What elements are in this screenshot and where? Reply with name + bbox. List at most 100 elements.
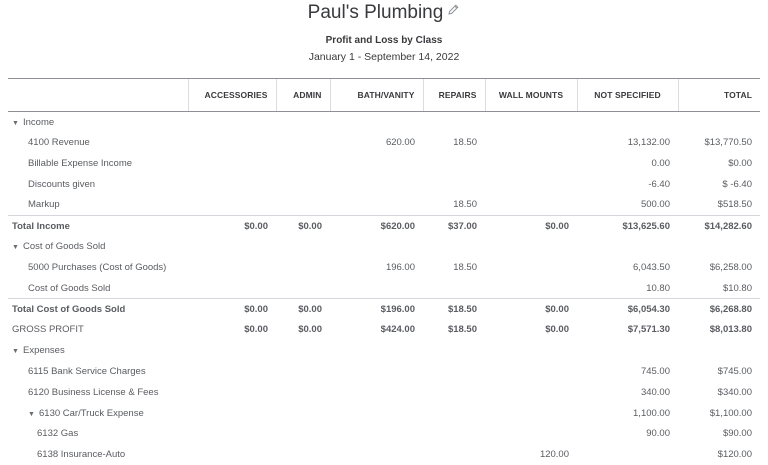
caret-down-icon[interactable]: ▼ xyxy=(12,120,23,127)
column-header-not-specified[interactable]: NOT SPECIFIED xyxy=(577,79,678,112)
column-header-admin[interactable]: ADMIN xyxy=(276,79,330,112)
row-label[interactable]: 5000 Purchases (Cost of Goods) xyxy=(28,262,166,273)
amount-cell[interactable]: $0.00 xyxy=(276,319,330,340)
amount-cell[interactable]: $745.00 xyxy=(678,361,760,382)
table-row: 6120 Business License & Fees 340.00$340.0… xyxy=(8,382,760,403)
amount-cell[interactable]: $90.00 xyxy=(678,423,760,444)
amount-cell xyxy=(577,112,678,133)
amount-cell[interactable]: 90.00 xyxy=(577,423,678,444)
caret-down-icon[interactable]: ▼ xyxy=(28,411,39,418)
row-label-cell: GROSS PROFIT xyxy=(8,319,188,340)
amount-cell[interactable]: $8,013.80 xyxy=(678,319,760,340)
row-label[interactable]: 6115 Bank Service Charges xyxy=(28,366,146,377)
column-header-total[interactable]: TOTAL xyxy=(678,79,760,112)
row-label[interactable]: 6138 Insurance-Auto xyxy=(37,449,125,460)
table-row: Markup 18.50 500.00$518.50 xyxy=(8,195,760,216)
amount-cell[interactable]: $0.00 xyxy=(188,215,276,236)
amount-cell[interactable]: $18.50 xyxy=(423,299,485,320)
row-label-cell: Cost of Goods Sold xyxy=(8,278,188,299)
column-header-bath-vanity[interactable]: BATH/VANITY xyxy=(330,79,423,112)
amount-cell[interactable]: $0.00 xyxy=(485,319,577,340)
amount-cell xyxy=(330,153,423,174)
amount-cell[interactable]: $6,268.80 xyxy=(678,299,760,320)
column-header-wall-mounts[interactable]: WALL MOUNTS xyxy=(485,79,577,112)
amount-cell xyxy=(276,340,330,361)
amount-cell[interactable]: 120.00 xyxy=(485,444,577,465)
pencil-icon[interactable] xyxy=(447,3,460,21)
amount-cell[interactable]: 340.00 xyxy=(577,382,678,403)
amount-cell[interactable]: $0.00 xyxy=(276,215,330,236)
amount-cell[interactable]: -6.40 xyxy=(577,174,678,195)
row-label-cell: 6132 Gas xyxy=(8,423,188,444)
row-label-cell: 4100 Revenue xyxy=(8,132,188,153)
amount-cell[interactable]: 18.50 xyxy=(423,132,485,153)
caret-down-icon[interactable]: ▼ xyxy=(12,244,23,251)
row-label-cell: ▼6130 Car/Truck Expense xyxy=(8,403,188,424)
row-label[interactable]: Markup xyxy=(28,199,60,210)
section-row: ▼Income xyxy=(8,112,760,133)
section-row: ▼6130 Car/Truck Expense 1,100.00$1,100.00 xyxy=(8,403,760,424)
amount-cell xyxy=(276,174,330,195)
amount-cell[interactable]: 13,132.00 xyxy=(577,132,678,153)
column-header-repairs[interactable]: REPAIRS xyxy=(423,79,485,112)
amount-cell xyxy=(188,174,276,195)
amount-cell[interactable]: 6,043.50 xyxy=(577,257,678,278)
table-row: 4100 Revenue 620.0018.50 13,132.00$13,770.… xyxy=(8,132,760,153)
amount-cell[interactable]: $7,571.30 xyxy=(577,319,678,340)
amount-cell[interactable]: $120.00 xyxy=(678,444,760,465)
amount-cell[interactable]: 18.50 xyxy=(423,195,485,216)
column-header-accessories[interactable]: ACCESSORIES xyxy=(188,79,276,112)
row-label-cell: ▼Expenses xyxy=(8,340,188,361)
amount-cell[interactable]: $518.50 xyxy=(678,195,760,216)
amount-cell xyxy=(423,361,485,382)
amount-cell[interactable]: $18.50 xyxy=(423,319,485,340)
amount-cell[interactable]: $0.00 xyxy=(276,299,330,320)
amount-cell[interactable]: $ -6.40 xyxy=(678,174,760,195)
amount-cell xyxy=(577,444,678,465)
amount-cell[interactable]: $340.00 xyxy=(678,382,760,403)
amount-cell[interactable]: 18.50 xyxy=(423,257,485,278)
row-label[interactable]: 4100 Revenue xyxy=(28,137,90,148)
amount-cell[interactable]: 0.00 xyxy=(577,153,678,174)
company-row: Paul's Plumbing xyxy=(0,2,768,24)
caret-down-icon[interactable]: ▼ xyxy=(12,348,23,355)
amount-cell[interactable]: 500.00 xyxy=(577,195,678,216)
amount-cell[interactable]: $0.00 xyxy=(678,153,760,174)
amount-cell[interactable]: $424.00 xyxy=(330,319,423,340)
row-label[interactable]: Cost of Goods Sold xyxy=(28,283,110,294)
row-label-cell: 5000 Purchases (Cost of Goods) xyxy=(8,257,188,278)
section-row: ▼Cost of Goods Sold xyxy=(8,236,760,257)
amount-cell xyxy=(330,340,423,361)
amount-cell xyxy=(276,444,330,465)
amount-cell xyxy=(188,382,276,403)
amount-cell[interactable]: $6,258.00 xyxy=(678,257,760,278)
amount-cell[interactable]: $13,770.50 xyxy=(678,132,760,153)
amount-cell xyxy=(485,403,577,424)
row-label[interactable]: 6120 Business License & Fees xyxy=(28,387,158,398)
amount-cell[interactable]: $0.00 xyxy=(188,299,276,320)
amount-cell[interactable]: $10.80 xyxy=(678,278,760,299)
amount-cell xyxy=(423,382,485,403)
row-label-cell: Total Income xyxy=(8,215,188,236)
row-label[interactable]: Billable Expense Income xyxy=(28,158,132,169)
amount-cell[interactable]: $14,282.60 xyxy=(678,215,760,236)
row-label[interactable]: 6132 Gas xyxy=(37,428,78,439)
amount-cell[interactable]: $196.00 xyxy=(330,299,423,320)
amount-cell[interactable]: $37.00 xyxy=(423,215,485,236)
table-row: 5000 Purchases (Cost of Goods) 196.0018.5… xyxy=(8,257,760,278)
amount-cell[interactable]: $0.00 xyxy=(188,319,276,340)
amount-cell[interactable]: $0.00 xyxy=(485,299,577,320)
amount-cell xyxy=(423,444,485,465)
amount-cell[interactable]: 745.00 xyxy=(577,361,678,382)
amount-cell[interactable]: $6,054.30 xyxy=(577,299,678,320)
report-date-range: January 1 - September 14, 2022 xyxy=(0,51,768,63)
amount-cell[interactable]: 196.00 xyxy=(330,257,423,278)
amount-cell[interactable]: 1,100.00 xyxy=(577,403,678,424)
amount-cell[interactable]: 10.80 xyxy=(577,278,678,299)
amount-cell[interactable]: 620.00 xyxy=(330,132,423,153)
amount-cell[interactable]: $13,625.60 xyxy=(577,215,678,236)
amount-cell[interactable]: $0.00 xyxy=(485,215,577,236)
amount-cell[interactable]: $620.00 xyxy=(330,215,423,236)
row-label[interactable]: Discounts given xyxy=(28,179,95,190)
amount-cell[interactable]: $1,100.00 xyxy=(678,403,760,424)
